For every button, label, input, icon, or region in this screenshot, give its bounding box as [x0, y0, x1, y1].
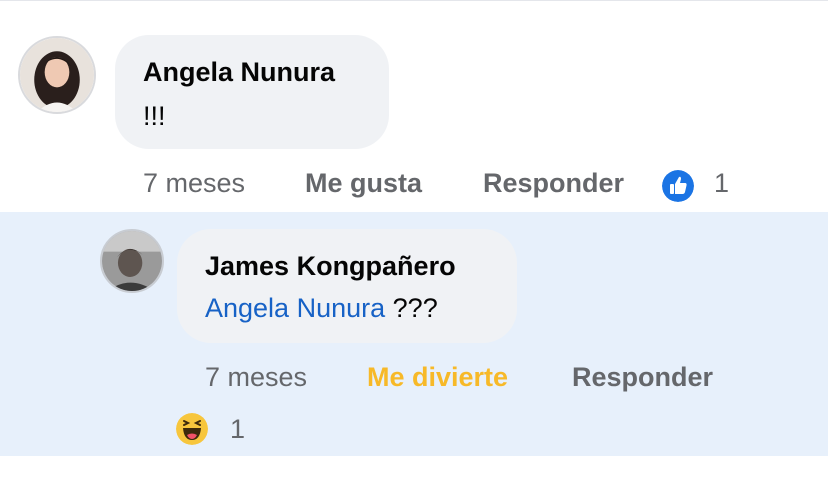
reply-reaction-count[interactable]: 1 [230, 414, 245, 445]
comment-text: !!! [143, 101, 166, 131]
mention-link[interactable]: Angela Nunura [205, 293, 385, 323]
reply-button[interactable]: Responder [483, 168, 624, 199]
comment-timestamp[interactable]: 7 meses [143, 168, 245, 199]
like-button[interactable]: Me gusta [305, 168, 422, 199]
reply-bubble [177, 229, 517, 343]
reply-text: Angela Nunura ??? [205, 293, 438, 324]
like-icon[interactable] [662, 170, 694, 202]
avatar-angela[interactable] [18, 36, 96, 114]
avatar-james[interactable] [100, 229, 164, 293]
reply-text-body: ??? [392, 293, 438, 323]
reply-reply-button[interactable]: Responder [572, 362, 713, 393]
haha-reaction-button[interactable]: Me divierte [367, 362, 508, 393]
divider [0, 0, 828, 1]
reply-author[interactable]: James Kongpañero [205, 251, 456, 282]
comment-author[interactable]: Angela Nunura [143, 57, 335, 88]
reply-timestamp[interactable]: 7 meses [205, 362, 307, 393]
comment-reaction-count[interactable]: 1 [714, 168, 729, 199]
haha-emoji-icon[interactable] [176, 413, 208, 445]
